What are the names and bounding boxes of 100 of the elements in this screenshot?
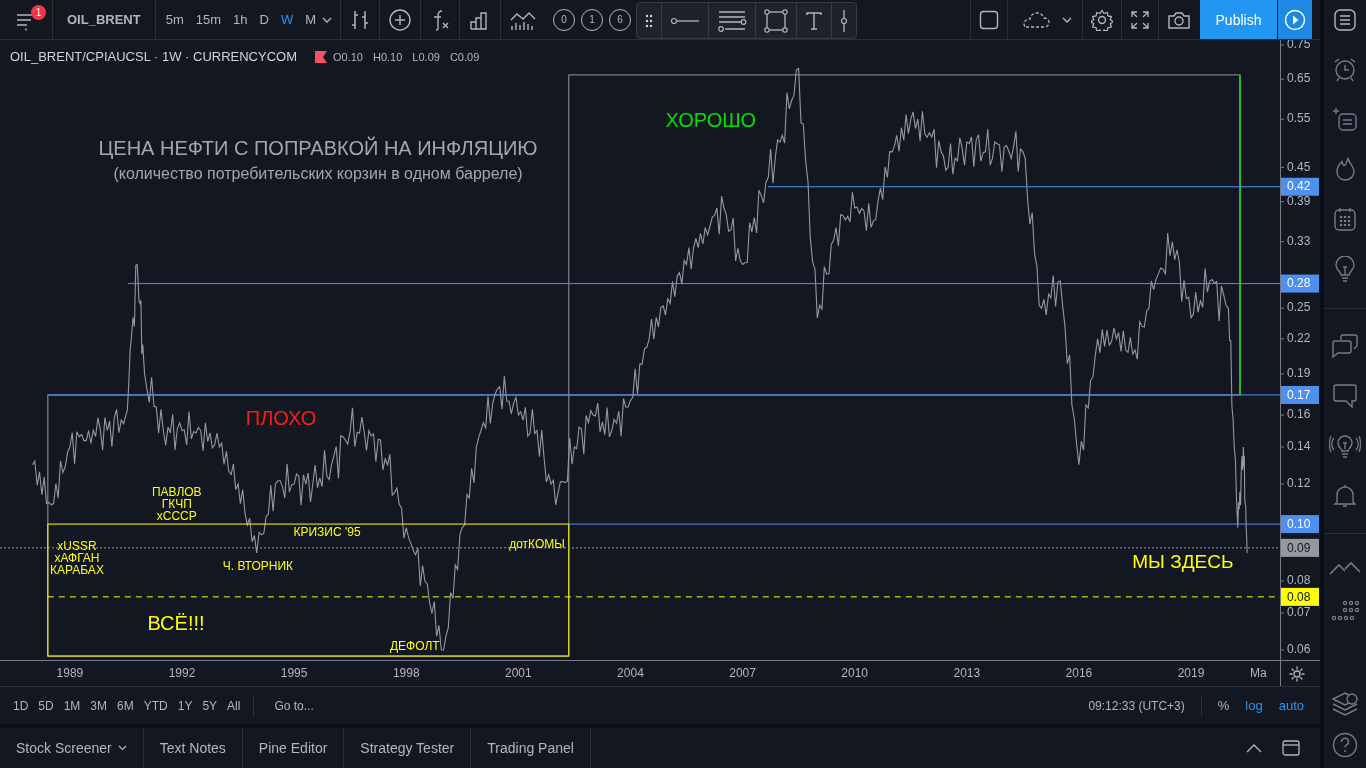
fire-icon[interactable]: [1333, 156, 1357, 182]
trend-line-icon[interactable]: [670, 16, 700, 25]
dots-icon[interactable]: [1331, 600, 1359, 622]
list-icon[interactable]: [1333, 8, 1357, 32]
lightbulb-icon[interactable]: [1334, 256, 1356, 284]
vertical-line-icon[interactable]: [840, 8, 848, 33]
notification-badge: 1: [31, 4, 46, 20]
add-note-icon[interactable]: [1332, 106, 1358, 132]
x-axis-label: 2010: [841, 666, 869, 681]
parallel-lines-icon[interactable]: [717, 9, 747, 32]
range-button[interactable]: YTD: [138, 694, 173, 717]
play-button[interactable]: [1278, 0, 1312, 39]
grip-icon[interactable]: [645, 13, 653, 28]
panel-tab[interactable]: Text Notes: [143, 728, 243, 768]
annotation-note: дотКОМЫ: [509, 537, 565, 552]
x-axis-label: 1995: [280, 666, 308, 681]
square-icon[interactable]: [979, 9, 999, 30]
symbol-title: OIL_BRENT/CPIAUCSL · 1W · CURRENCYCOM: [10, 49, 297, 64]
range-button[interactable]: 6M: [112, 694, 139, 717]
collapse-icon[interactable]: [1246, 743, 1262, 753]
price-label: 0.17: [1281, 385, 1319, 404]
y-axis-label: 0.55: [1287, 111, 1311, 126]
y-axis-label: 0.22: [1287, 330, 1311, 345]
y-axis-label: 0.16: [1287, 407, 1311, 422]
rectangle-drawing[interactable]: [568, 74, 1241, 396]
layers-icon[interactable]: [1331, 692, 1359, 718]
x-axis-label: 1989: [56, 666, 84, 681]
annotation-label: ХОРОШО: [665, 109, 757, 132]
range-button[interactable]: 1Y: [172, 694, 198, 717]
interval-button[interactable]: 1h: [227, 8, 254, 31]
ohlc-value: 0.10: [341, 50, 363, 63]
alarm-clock-icon[interactable]: [1332, 56, 1358, 82]
interval-button[interactable]: M: [299, 8, 322, 31]
cloud-icon[interactable]: [1020, 10, 1052, 29]
interval-button[interactable]: D: [253, 8, 275, 31]
y-axis-label: 0.75: [1287, 40, 1311, 52]
x-axis-label: 2004: [617, 666, 644, 681]
add-icon[interactable]: [388, 7, 412, 32]
price-label: 0.42: [1281, 177, 1319, 196]
flag-icon[interactable]: [315, 50, 327, 63]
interval-button[interactable]: 5m: [159, 8, 190, 31]
fullscreen-icon[interactable]: [1130, 9, 1150, 30]
panel-tab[interactable]: Stock Screener: [0, 728, 144, 768]
clock-time: 09:12:33 (UTC+3): [1088, 698, 1186, 713]
chart-subtitle: (количество потребительских корзин в одном барреле): [113, 165, 523, 183]
symbol-search[interactable]: OIL_BRENT: [53, 12, 155, 27]
interval-button[interactable]: 15m: [189, 8, 228, 31]
y-axis-label: 0.14: [1287, 439, 1311, 454]
x-axis-label: 2001: [505, 666, 532, 681]
annotation-label: ПЛОХО: [245, 406, 317, 429]
panel-tab[interactable]: Trading Panel: [471, 728, 591, 768]
x-axis-label: 2013: [953, 666, 981, 681]
y-axis-label: 0.08: [1287, 573, 1311, 588]
speech-bubble-icon[interactable]: [1332, 383, 1358, 409]
calendar-icon[interactable]: [1333, 206, 1357, 232]
chat-icon[interactable]: [1331, 333, 1359, 359]
y-axis-label: 0.12: [1287, 476, 1311, 491]
price-label: 0.08: [1281, 587, 1319, 606]
horizontal-line[interactable]: [127, 283, 1281, 285]
ohlc-value: 0.09: [418, 50, 440, 63]
ohlc-label: O: [333, 50, 342, 63]
range-button[interactable]: All: [222, 694, 246, 717]
scale-toggle[interactable]: auto: [1270, 694, 1312, 717]
y-axis-label: 0.33: [1287, 233, 1311, 248]
annotation-note: КРИЗИС '95: [293, 525, 361, 540]
y-axis-label: 0.07: [1287, 605, 1311, 620]
x-axis-label: 1998: [392, 666, 420, 681]
y-axis-label: 0.19: [1287, 366, 1311, 381]
settings-icon[interactable]: [1288, 665, 1306, 683]
horizontal-line[interactable]: [0, 547, 1281, 549]
range-button[interactable]: 5Y: [197, 694, 223, 717]
y-axis-label: 0.25: [1287, 300, 1311, 315]
y-axis-label: 0.45: [1287, 159, 1311, 174]
maximize-icon[interactable]: [1282, 740, 1300, 756]
settings-icon[interactable]: [1091, 8, 1113, 31]
x-axis-label: 2019: [1177, 666, 1205, 681]
panel-tab[interactable]: Pine Editor: [242, 728, 345, 768]
chart-title: ЦЕНА НЕФТИ С ПОПРАВКОЙ НА ИНФЛЯЦИЮ: [98, 137, 538, 160]
camera-icon[interactable]: [1167, 9, 1191, 30]
scale-toggle[interactable]: %: [1209, 694, 1238, 717]
interval-button[interactable]: W: [274, 8, 300, 31]
broadcast-bulb-icon[interactable]: [1329, 433, 1361, 459]
caret-icon[interactable]: [322, 16, 332, 23]
rectangle-icon[interactable]: [764, 8, 788, 33]
range-button[interactable]: 1D: [8, 694, 34, 717]
go-to-button[interactable]: Go to...: [262, 694, 319, 717]
text-tool-icon[interactable]: [805, 10, 823, 31]
ohlc-label: H: [373, 50, 381, 63]
caret-icon[interactable]: [1062, 16, 1072, 23]
range-button[interactable]: 3M: [85, 694, 113, 717]
y-axis-label: 0.06: [1287, 642, 1311, 657]
x-axis-label: Ma: [1250, 666, 1267, 681]
range-button[interactable]: 1M: [58, 694, 86, 717]
help-icon[interactable]: [1332, 732, 1358, 758]
range-button[interactable]: 5D: [33, 694, 59, 717]
scale-toggle[interactable]: log: [1237, 694, 1271, 717]
price-label: 0.10: [1281, 515, 1319, 534]
ohlc-label: L: [412, 50, 419, 63]
notification-bell-icon[interactable]: [1333, 483, 1357, 509]
panel-tab[interactable]: Strategy Tester: [344, 728, 472, 768]
